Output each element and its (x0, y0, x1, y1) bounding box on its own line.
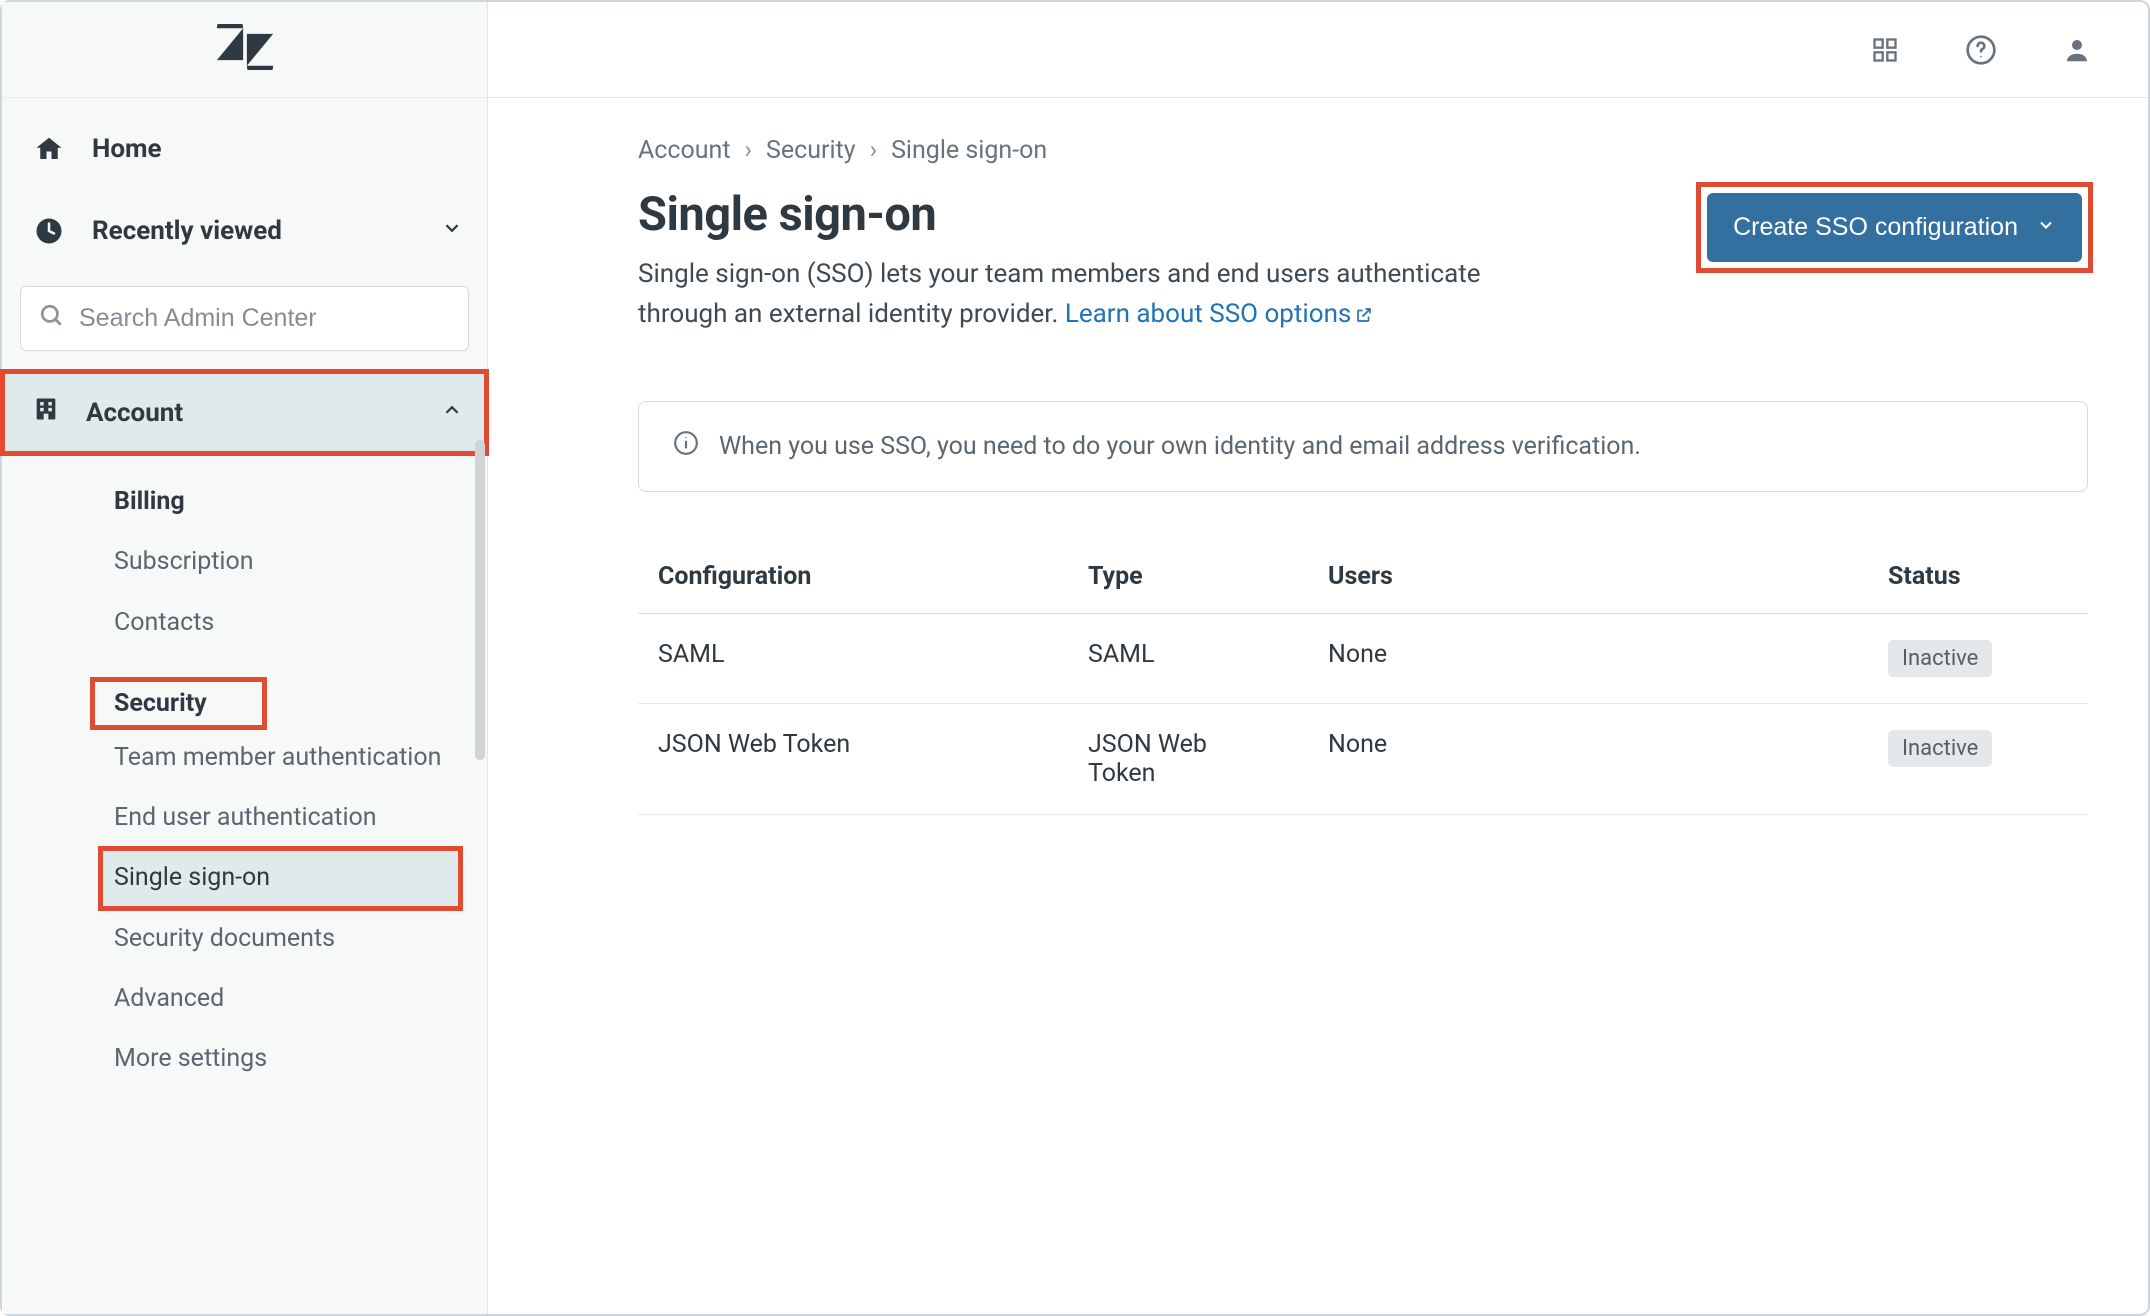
nav-home[interactable]: Home (2, 108, 487, 190)
sidebar-item-advanced[interactable]: Advanced (2, 969, 487, 1029)
table-row[interactable]: SAML SAML None Inactive (638, 614, 2088, 704)
building-icon (32, 395, 60, 430)
chevron-down-icon (441, 216, 463, 246)
status-badge: Inactive (1888, 730, 1992, 767)
sidebar-scrollbar[interactable] (475, 440, 485, 760)
sidebar-item-subscription[interactable]: Subscription (2, 532, 487, 592)
sidebar: Home Recently viewed (2, 2, 488, 1314)
status-badge: Inactive (1888, 640, 1992, 677)
cell-config: JSON Web Token (658, 730, 1088, 759)
content: Account › Security › Single sign-on Sing… (488, 98, 2148, 1314)
sidebar-item-sso[interactable]: Single sign-on (100, 848, 461, 908)
breadcrumb-account[interactable]: Account (638, 136, 731, 165)
sidebar-item-billing[interactable]: Billing (2, 472, 487, 532)
home-icon (32, 132, 66, 166)
brand-logo (2, 2, 487, 98)
create-sso-highlight: Create SSO configuration (1701, 187, 2088, 268)
table-row[interactable]: JSON Web Token JSON Web Token None Inact… (638, 704, 2088, 815)
zendesk-logo-icon (215, 24, 275, 75)
profile-icon[interactable] (2060, 33, 2094, 67)
info-banner-text: When you use SSO, you need to do your ow… (719, 432, 1641, 461)
sidebar-item-team-auth[interactable]: Team member authentication (2, 728, 487, 788)
table-header: Configuration Type Users Status (638, 540, 2088, 614)
cell-type: JSON Web Token (1088, 730, 1258, 788)
nav-recently-viewed[interactable]: Recently viewed (2, 190, 487, 272)
chevron-right-icon: › (870, 136, 878, 165)
cell-users: None (1328, 640, 1888, 669)
cell-users: None (1328, 730, 1888, 759)
search-icon (39, 303, 65, 334)
learn-sso-link-text: Learn about SSO options (1065, 299, 1351, 329)
col-header-status: Status (1888, 562, 2068, 591)
main: Account › Security › Single sign-on Sing… (488, 2, 2148, 1314)
sidebar-section-account[interactable]: Account (2, 371, 487, 454)
sidebar-item-security-docs[interactable]: Security documents (2, 909, 487, 969)
create-sso-button[interactable]: Create SSO configuration (1707, 193, 2082, 262)
topbar (488, 2, 2148, 98)
chevron-right-icon: › (745, 136, 753, 165)
breadcrumb-security[interactable]: Security (766, 136, 856, 165)
sidebar-item-contacts[interactable]: Contacts (2, 593, 487, 653)
sidebar-item-more-settings[interactable]: More settings (2, 1029, 487, 1089)
col-header-type: Type (1088, 562, 1328, 591)
chevron-down-icon (2036, 213, 2056, 242)
page-description: Single sign-on (SSO) lets your team memb… (638, 254, 1498, 337)
page-title: Single sign-on (638, 187, 1498, 242)
cell-type: SAML (1088, 640, 1328, 669)
nav-home-label: Home (92, 134, 162, 164)
external-link-icon (1355, 296, 1373, 336)
cell-config: SAML (658, 640, 1088, 669)
chevron-up-icon (441, 398, 463, 428)
breadcrumb-sso[interactable]: Single sign-on (891, 136, 1047, 165)
breadcrumb: Account › Security › Single sign-on (638, 136, 2088, 165)
search-input[interactable] (79, 304, 450, 333)
info-banner: When you use SSO, you need to do your ow… (638, 401, 2088, 492)
info-icon (673, 430, 699, 463)
col-header-users: Users (1328, 562, 1888, 591)
clock-icon (32, 214, 66, 248)
create-sso-label: Create SSO configuration (1733, 213, 2018, 242)
sidebar-item-enduser-auth[interactable]: End user authentication (2, 788, 487, 848)
nav-recent-label: Recently viewed (92, 216, 282, 246)
help-icon[interactable] (1964, 33, 1998, 67)
apps-icon[interactable] (1868, 33, 1902, 67)
col-header-config: Configuration (658, 562, 1088, 591)
learn-sso-link[interactable]: Learn about SSO options (1065, 299, 1373, 329)
sidebar-subnav: Billing Subscription Contacts Security T… (2, 454, 487, 1099)
sidebar-section-label: Account (86, 398, 183, 428)
sso-config-table: Configuration Type Users Status SAML SAM… (638, 540, 2088, 815)
search-input-wrap[interactable] (20, 286, 469, 351)
sidebar-group-security[interactable]: Security (92, 679, 265, 728)
